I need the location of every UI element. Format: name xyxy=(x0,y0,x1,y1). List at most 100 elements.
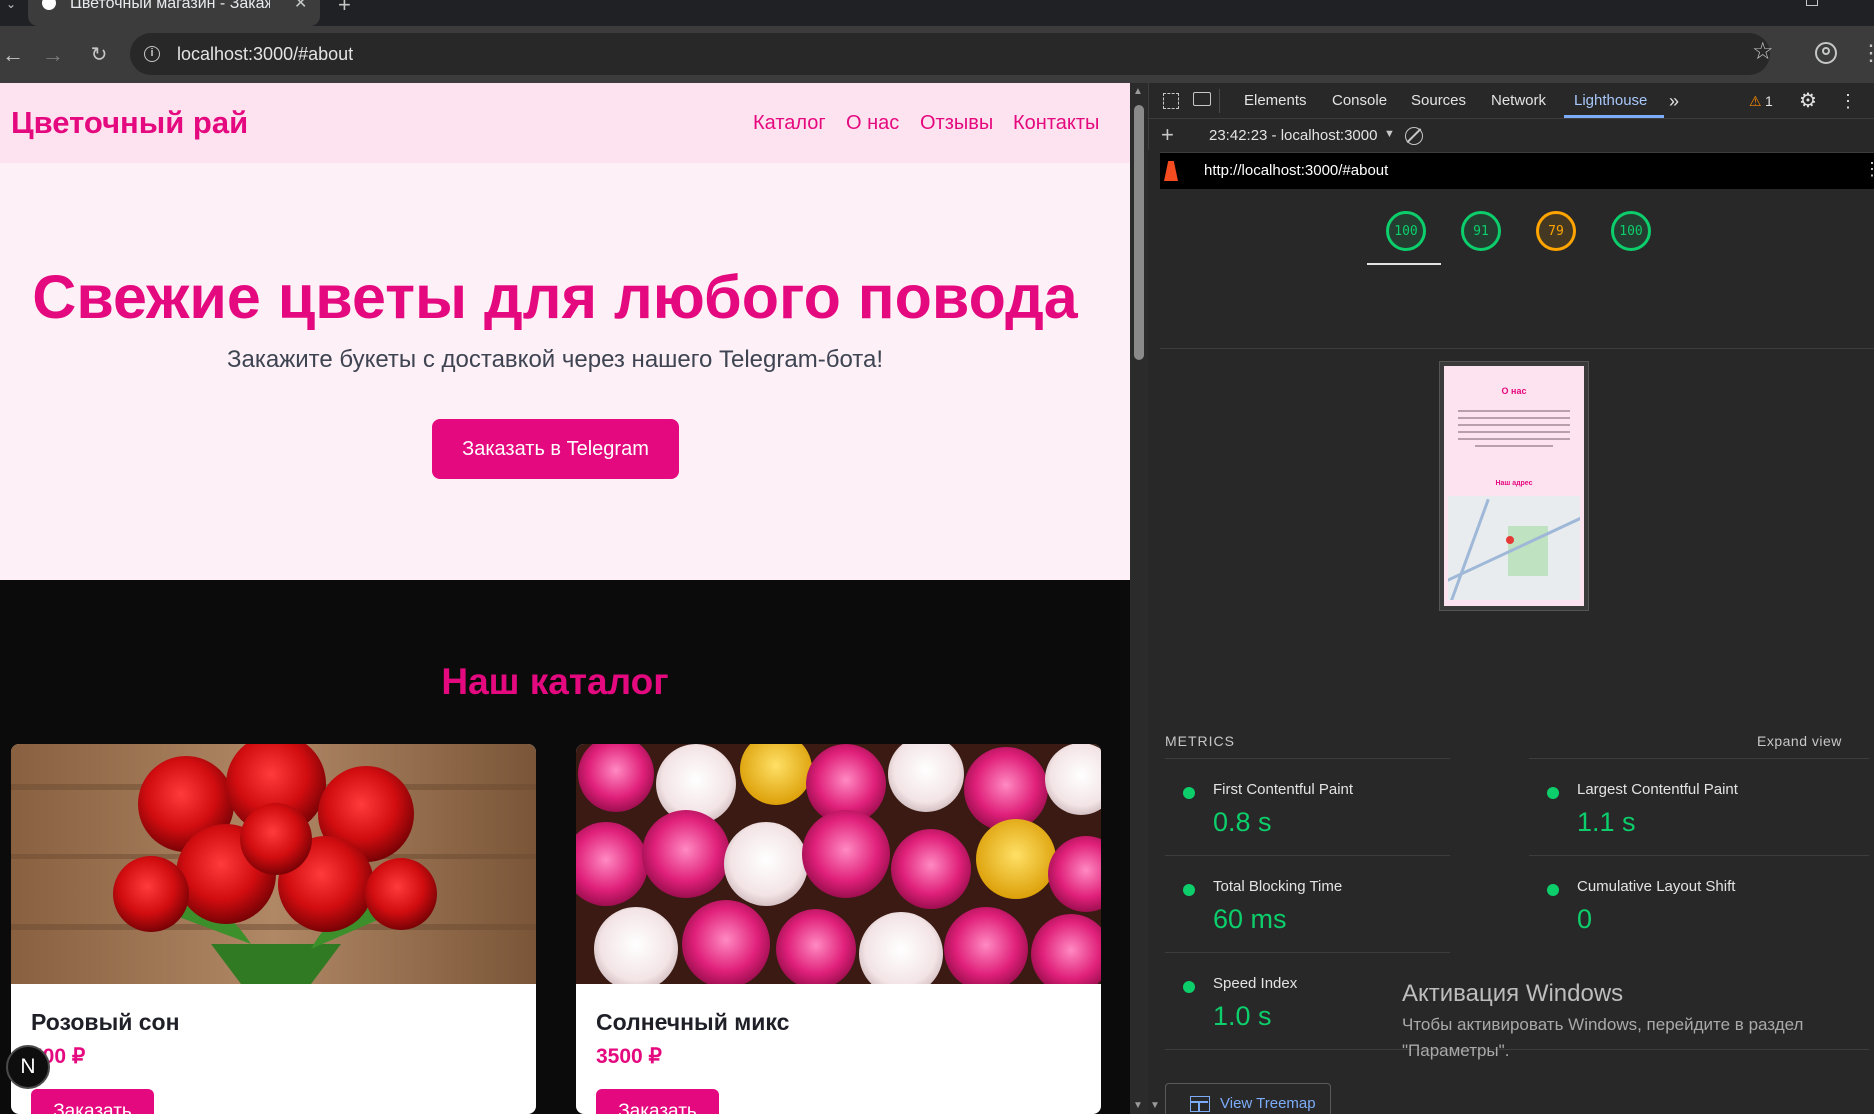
nav-link-contacts[interactable]: Контакты xyxy=(1013,83,1099,163)
chrome-menu-icon[interactable]: ⋮ xyxy=(1860,40,1874,66)
metric-value: 60 ms xyxy=(1213,904,1287,934)
product-card: Розовый сон 500 ₽ Заказать xyxy=(11,744,536,1114)
scroll-down-icon[interactable]: ▼ xyxy=(1133,1100,1143,1111)
tab-title: Цветочный магазин - Закаж xyxy=(70,0,270,8)
tab-sources[interactable]: Sources xyxy=(1411,83,1466,119)
scroll-up-icon[interactable]: ▲ xyxy=(1133,86,1143,97)
report-selector[interactable]: 23:42:23 - localhost:3000 xyxy=(1209,127,1377,144)
site-info-icon[interactable]: i xyxy=(144,46,160,62)
favicon-icon xyxy=(42,0,56,10)
final-screenshot-thumbnail[interactable]: О нас Наш адрес xyxy=(1439,361,1589,611)
site-logo[interactable]: Цветочный рай xyxy=(11,83,248,163)
order-button[interactable]: Заказать xyxy=(596,1089,719,1114)
pass-indicator-icon xyxy=(1183,884,1195,896)
windows-activation-text: Чтобы активировать Windows, перейдите в … xyxy=(1402,1015,1804,1060)
new-tab-icon[interactable]: + xyxy=(338,0,351,18)
view-treemap-button[interactable]: View Treemap xyxy=(1165,1083,1331,1114)
score-gauge-best-practices[interactable]: 79 xyxy=(1536,211,1576,251)
forward-icon[interactable]: → xyxy=(40,42,66,68)
pass-indicator-icon xyxy=(1547,884,1559,896)
windows-activation-watermark: Активация Windows Чтобы активировать Win… xyxy=(1402,980,1852,1064)
settings-gear-icon[interactable]: ⚙ xyxy=(1799,83,1817,119)
expand-view-link[interactable]: Expand view xyxy=(1757,733,1842,749)
metric-cumulative-layout-shift: Cumulative Layout Shift 0 xyxy=(1529,855,1869,952)
metric-largest-contentful-paint: Largest Contentful Paint 1.1 s xyxy=(1529,758,1869,855)
metric-total-blocking-time: Total Blocking Time 60 ms xyxy=(1165,855,1450,952)
metric-value: 0.8 s xyxy=(1213,807,1272,837)
tab-elements[interactable]: Elements xyxy=(1244,83,1307,119)
page-scrollbar-thumb[interactable] xyxy=(1134,105,1144,360)
new-report-icon[interactable]: + xyxy=(1161,122,1174,148)
product-image-peonies xyxy=(576,744,1101,984)
product-price: 3500 ₽ xyxy=(596,1045,662,1068)
warning-icon[interactable]: ⚠ xyxy=(1749,83,1762,119)
metric-label: Cumulative Layout Shift xyxy=(1577,878,1736,895)
reload-icon[interactable]: ↻ xyxy=(86,42,112,68)
bookmark-star-icon[interactable]: ☆ xyxy=(1752,37,1774,66)
product-card: Солнечный микс 3500 ₽ Заказать xyxy=(576,744,1101,1114)
warning-count[interactable]: 1 xyxy=(1765,83,1773,119)
lighthouse-url-bar: http://localhost:3000/#about ⋮ xyxy=(1149,153,1874,189)
hero-subtitle: Закажите букеты с доставкой через нашего… xyxy=(226,346,884,373)
site-header: Цветочный рай Каталог О нас Отзывы Конта… xyxy=(0,83,1130,163)
pass-indicator-icon xyxy=(1547,787,1559,799)
metric-value: 1.1 s xyxy=(1577,807,1636,837)
profile-icon[interactable] xyxy=(1815,42,1837,64)
view-treemap-label: View Treemap xyxy=(1220,1095,1316,1112)
score-gauge-accessibility[interactable]: 91 xyxy=(1461,211,1501,251)
browser-tab[interactable]: Цветочный магазин - Закаж ✕ xyxy=(28,0,320,26)
lighthouse-toolbar: + 23:42:23 - localhost:3000 ▼ xyxy=(1149,119,1874,153)
thumbnail-page: О нас Наш адрес xyxy=(1444,366,1584,606)
active-tab-indicator xyxy=(1564,115,1664,118)
score-gauges: 100 91 79 100 xyxy=(1149,189,1874,349)
order-button[interactable]: Заказать xyxy=(31,1089,154,1114)
score-gauge-seo[interactable]: 100 xyxy=(1611,211,1651,251)
tab-lighthouse[interactable]: Lighthouse xyxy=(1574,83,1647,119)
address-bar[interactable]: i localhost:3000/#about ☆ xyxy=(130,33,1774,75)
tab-console[interactable]: Console xyxy=(1332,83,1387,119)
back-icon[interactable]: ← xyxy=(0,42,26,68)
catalog-title: Наш каталог xyxy=(441,661,669,702)
metric-label: First Contentful Paint xyxy=(1213,781,1354,798)
device-toolbar-icon[interactable] xyxy=(1193,92,1211,106)
thumbnail-title: О нас xyxy=(1501,386,1527,396)
hero-title: Свежие цветы для любого повода xyxy=(32,263,1078,331)
report-menu-icon[interactable]: ⋮ xyxy=(1863,159,1874,180)
tab-strip: ⌄ Цветочный магазин - Закаж ✕ + xyxy=(0,0,1874,26)
order-telegram-button[interactable]: Заказать в Telegram xyxy=(432,419,679,479)
thumbnail-text-lines xyxy=(1458,410,1570,454)
restore-window-icon[interactable] xyxy=(1806,0,1818,6)
metric-label: Speed Index xyxy=(1213,975,1298,992)
devtools-scroll-down-icon[interactable]: ▼ xyxy=(1150,1100,1160,1111)
nextjs-badge[interactable]: N xyxy=(6,1045,50,1089)
more-tabs-icon[interactable]: » xyxy=(1669,83,1679,119)
tab-network[interactable]: Network xyxy=(1491,83,1546,119)
product-name: Солнечный микс xyxy=(596,1009,790,1035)
score-gauge-performance[interactable]: 100 xyxy=(1386,211,1426,251)
devtools-scrollbar[interactable] xyxy=(1148,150,1160,1114)
url-text[interactable]: localhost:3000/#about xyxy=(177,33,353,75)
hero-section: Свежие цветы для любого повода Закажите … xyxy=(0,163,1130,580)
lighthouse-icon xyxy=(1164,161,1178,181)
devtools-panel: Elements Console Sources Network Lightho… xyxy=(1148,83,1874,1114)
metric-label: Largest Contentful Paint xyxy=(1577,781,1738,798)
metric-first-contentful-paint: First Contentful Paint 0.8 s xyxy=(1165,758,1450,855)
nav-link-catalog[interactable]: Каталог xyxy=(753,83,826,163)
devtools-menu-icon[interactable]: ⋮ xyxy=(1839,83,1857,119)
tab-search-icon[interactable]: ⌄ xyxy=(0,0,22,10)
metrics-heading: METRICS xyxy=(1165,733,1235,749)
report-dropdown-icon[interactable]: ▼ xyxy=(1384,128,1395,140)
product-name: Розовый сон xyxy=(31,1009,180,1035)
metric-value: 0 xyxy=(1577,904,1593,934)
inspect-element-icon[interactable] xyxy=(1163,93,1179,109)
devtools-tabbar: Elements Console Sources Network Lightho… xyxy=(1149,83,1874,119)
nav-link-reviews[interactable]: Отзывы xyxy=(920,83,993,163)
selected-gauge-underline xyxy=(1367,263,1441,265)
pass-indicator-icon xyxy=(1183,981,1195,993)
clear-reports-icon[interactable] xyxy=(1405,127,1423,145)
report-url[interactable]: http://localhost:3000/#about xyxy=(1204,153,1388,189)
nav-link-about[interactable]: О нас xyxy=(846,83,899,163)
windows-activation-title: Активация Windows xyxy=(1402,980,1624,1007)
thumbnail-address-heading: Наш адрес xyxy=(1495,480,1533,487)
close-tab-icon[interactable]: ✕ xyxy=(294,0,307,13)
